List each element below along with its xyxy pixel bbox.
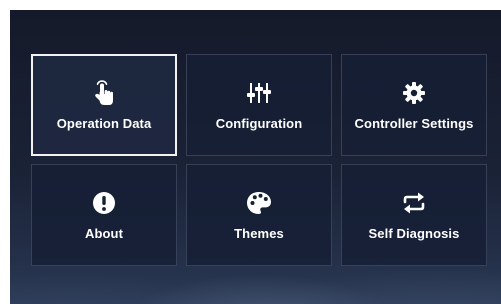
menu-grid: Operation Data Configuration Controller … xyxy=(31,54,496,268)
configuration-tile[interactable]: Configuration xyxy=(186,54,332,156)
about-label: About xyxy=(84,225,124,241)
info-exclamation-icon xyxy=(92,190,116,216)
self-diagnosis-tile[interactable]: Self Diagnosis xyxy=(341,164,487,266)
controller-settings-label: Controller Settings xyxy=(354,115,474,131)
configuration-label: Configuration xyxy=(215,115,303,131)
self-diagnosis-label: Self Diagnosis xyxy=(368,225,460,241)
gear-icon xyxy=(402,80,426,106)
about-tile[interactable]: About xyxy=(31,164,177,266)
themes-label: Themes xyxy=(234,225,284,241)
controller-settings-tile[interactable]: Controller Settings xyxy=(341,54,487,156)
sync-arrows-icon xyxy=(401,190,427,216)
themes-tile[interactable]: Themes xyxy=(186,164,332,266)
palette-icon xyxy=(246,190,272,216)
touch-hand-icon xyxy=(92,79,116,106)
operation-data-label: Operation Data xyxy=(56,115,152,131)
sliders-icon xyxy=(246,80,272,106)
operation-data-tile[interactable]: Operation Data xyxy=(31,54,177,156)
main-menu-screen: Operation Data Configuration Controller … xyxy=(10,10,501,304)
